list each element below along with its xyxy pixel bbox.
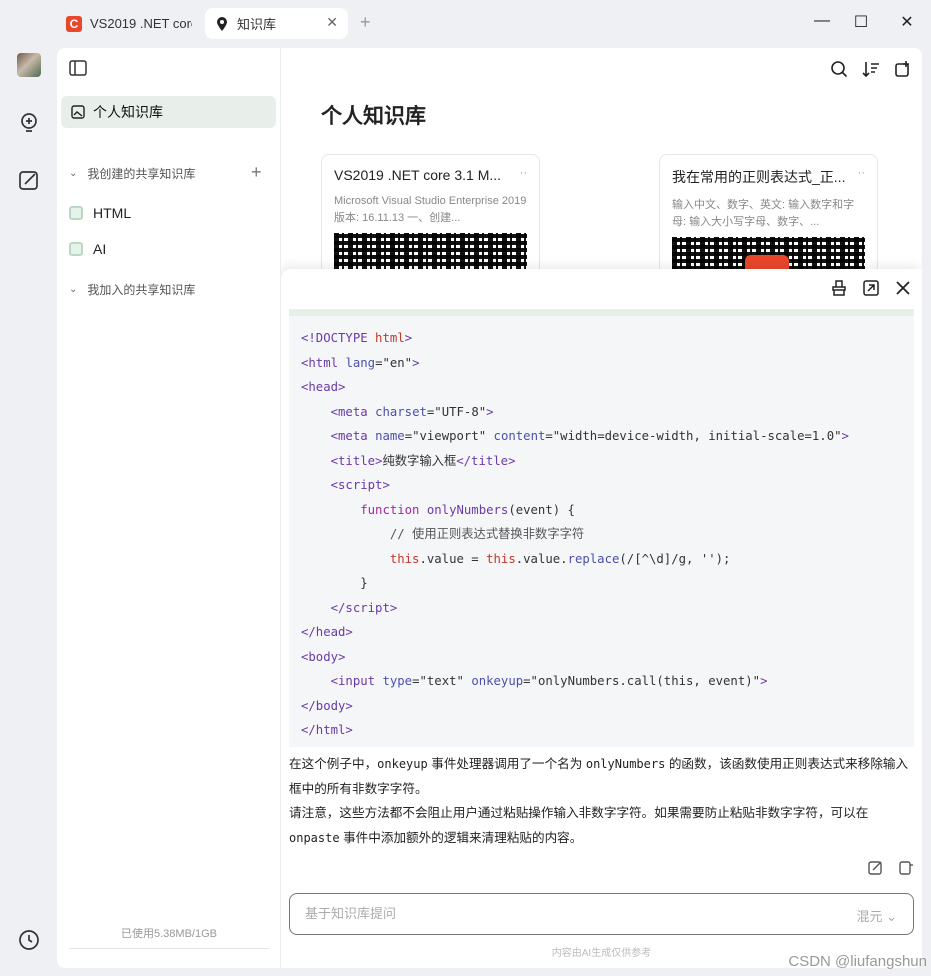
new-note-icon[interactable] <box>894 60 912 78</box>
kb-card[interactable]: 我在常用的正则表达式_正... ·· 输入中文、数字、英文: 输入数字和字母: … <box>659 154 878 274</box>
section-label: 我创建的共享知识库 <box>87 167 196 181</box>
answer-text-segment: 在这个例子中， <box>289 757 378 771</box>
card-description: 输入中文、数字、英文: 输入数字和字母: 输入大小写字母、数字、... <box>672 199 855 228</box>
minimize-button[interactable]: — <box>812 12 832 30</box>
pin-icon <box>217 16 227 31</box>
answer-text-segment: 事件处理器调用了一个名为 <box>427 757 586 771</box>
left-rail <box>0 48 57 976</box>
sidebar-item-ai[interactable]: AI <box>69 241 106 257</box>
answer-paragraph: 在这个例子中，onkeyup 事件处理器调用了一个名为 onlyNumbers … <box>289 752 919 801</box>
answer-text-segment: 事件中添加额外的逻辑来清理粘贴的内容。 <box>339 830 583 845</box>
tab-knowledge-base[interactable]: 知识库 ✕ <box>205 8 348 39</box>
new-tab-button[interactable]: + <box>360 12 371 33</box>
history-clock-icon[interactable] <box>17 928 41 952</box>
close-window-button[interactable]: ✕ <box>897 12 917 32</box>
insert-note-icon[interactable] <box>868 859 884 875</box>
card-title: VS2019 .NET core 3.1 M... <box>334 167 502 183</box>
lightbulb-icon[interactable] <box>17 111 41 135</box>
storage-usage: 已使用5.38MB/1GB <box>121 928 217 940</box>
search-icon[interactable] <box>830 60 848 78</box>
code-block: <!DOCTYPE html> <html lang="en"> <head> … <box>289 316 914 747</box>
inline-code: onlyNumbers <box>585 757 666 771</box>
watermark: CSDN @liufangshun <box>788 953 927 970</box>
answer-toolbar <box>868 859 914 875</box>
sidebar-item-label: HTML <box>93 205 132 221</box>
main-content: 个人知识库 VS2019 .NET core 3.1 M... ·· Micro… <box>281 48 922 968</box>
section-joined-shared[interactable]: ⌄ 我加入的共享知识库 <box>69 281 195 298</box>
tab-vs2019[interactable]: C VS2019 .NET core <box>58 8 198 39</box>
sort-icon[interactable] <box>862 60 880 78</box>
divider <box>69 948 269 949</box>
section-label: 我加入的共享知识库 <box>87 283 196 297</box>
sidebar-item-label: AI <box>93 241 107 257</box>
question-input[interactable] <box>305 906 745 921</box>
inline-code: onpaste <box>289 830 340 845</box>
chevron-down-icon: ⌄ <box>69 168 78 179</box>
expand-icon[interactable] <box>862 279 880 297</box>
edit-note-icon[interactable] <box>17 168 41 192</box>
panel-toolbar <box>830 279 912 297</box>
answer-paragraph: 请注意，这些方法都不会阻止用户通过粘贴操作输入非数字字符。如果需要防止粘贴非数字… <box>289 801 919 850</box>
tab-label: 知识库 <box>237 17 277 32</box>
sidebar-item-label: 个人知识库 <box>93 104 163 120</box>
knowledge-book-icon <box>71 105 85 119</box>
inline-code: onkeyup <box>377 757 428 771</box>
chevron-down-icon: ⌄ <box>69 284 78 295</box>
panel-accent-bar <box>289 309 914 316</box>
more-icon[interactable]: ·· <box>520 167 527 179</box>
model-label: 混元 <box>856 909 883 924</box>
chevron-down-icon: ⌄ <box>886 909 897 924</box>
sidebar-item-html[interactable]: HTML <box>69 205 131 221</box>
copy-icon[interactable] <box>898 859 914 875</box>
main-toolbar <box>830 60 912 78</box>
avatar[interactable] <box>17 53 41 77</box>
answer-text: 在这个例子中，onkeyup 事件处理器调用了一个名为 onlyNumbers … <box>289 752 919 850</box>
close-icon[interactable] <box>894 279 912 297</box>
sidebar: 个人知识库 ⌄ 我创建的共享知识库 + HTML AI ⌄ 我加入的共享知识库 … <box>57 48 281 968</box>
sidebar-item-personal-kb[interactable]: 个人知识库 <box>61 96 276 128</box>
csdn-logo-icon: C <box>66 15 82 32</box>
card-title: 我在常用的正则表达式_正... <box>672 169 846 185</box>
question-input-box[interactable]: 混元 ⌄ <box>289 893 914 935</box>
card-description: Microsoft Visual Studio Enterprise 2019 … <box>334 195 527 224</box>
clean-icon[interactable] <box>830 279 848 297</box>
more-icon[interactable]: ·· <box>858 167 865 179</box>
model-selector[interactable]: 混元 ⌄ <box>856 906 897 925</box>
ai-answer-panel: <!DOCTYPE html> <html lang="en"> <head> … <box>281 269 922 968</box>
add-shared-kb-button[interactable]: + <box>251 162 262 183</box>
kb-card[interactable]: VS2019 .NET core 3.1 M... ·· Microsoft V… <box>321 154 540 274</box>
answer-text-segment: 请注意，这些方法都不会阻止用户通过粘贴操作输入非数字字符。如果需要防止粘贴非数字… <box>289 806 869 820</box>
section-created-shared[interactable]: ⌄ 我创建的共享知识库 <box>69 165 195 182</box>
page-title: 个人知识库 <box>321 105 426 128</box>
maximize-button[interactable]: ☐ <box>851 12 871 32</box>
qr-code-image <box>334 233 527 273</box>
tab-label: VS2019 .NET core <box>90 16 192 31</box>
kb-icon <box>69 206 83 220</box>
title-bar: C VS2019 .NET core 知识库 ✕ + — ☐ ✕ <box>0 0 931 48</box>
close-tab-icon[interactable]: ✕ <box>326 14 338 31</box>
sidebar-toggle-icon[interactable] <box>69 60 87 76</box>
kb-icon <box>69 242 83 256</box>
